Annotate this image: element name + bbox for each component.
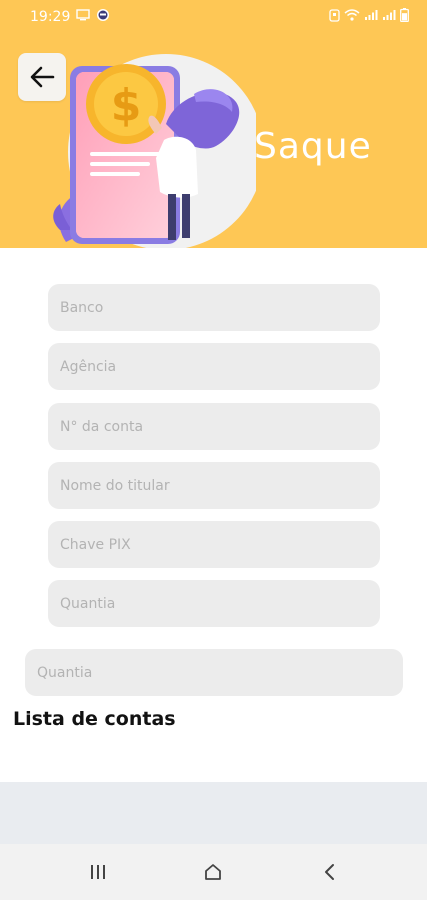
chave-pix-field[interactable] [48, 521, 380, 568]
status-bar: 19:29 [0, 0, 427, 34]
svg-text:$: $ [111, 80, 142, 131]
screen-mirror-icon [76, 9, 91, 25]
quantia-field[interactable] [48, 580, 380, 627]
arrow-left-icon [30, 66, 55, 88]
amount-field[interactable] [25, 649, 403, 696]
accounts-list-area [0, 782, 427, 844]
signal-icon-2 [382, 9, 396, 25]
page-title: Saque [254, 126, 372, 167]
alarm-icon [329, 8, 340, 26]
chevron-left-icon [325, 864, 335, 880]
signal-icon [364, 9, 378, 25]
battery-icon [400, 8, 409, 26]
home-icon [205, 864, 222, 880]
nav-back-button[interactable] [305, 852, 353, 892]
nome-titular-field[interactable] [48, 462, 380, 509]
accounts-list-title: Lista de contas [13, 708, 176, 730]
header: 19:29 $ Saque [0, 0, 427, 250]
agencia-field[interactable] [48, 343, 380, 390]
numero-conta-field[interactable] [48, 403, 380, 450]
withdraw-illustration: $ [46, 54, 264, 250]
status-time: 19:29 [30, 9, 71, 25]
back-button[interactable] [18, 53, 66, 101]
wifi-icon [344, 9, 360, 25]
recent-apps-button[interactable] [74, 852, 122, 892]
app-notification-icon [96, 8, 110, 26]
home-button[interactable] [189, 852, 237, 892]
recent-apps-icon [90, 865, 105, 879]
banco-field[interactable] [48, 284, 380, 331]
system-nav-bar [0, 844, 427, 900]
